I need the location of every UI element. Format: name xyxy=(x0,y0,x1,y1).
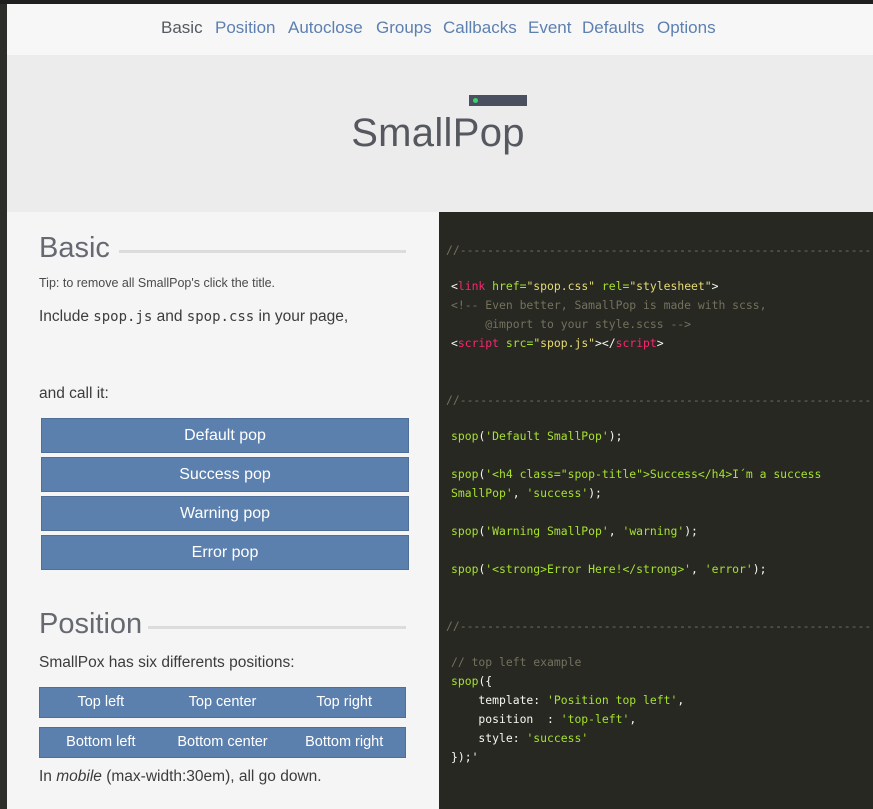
section-divider xyxy=(148,626,406,629)
section-title-basic: Basic xyxy=(39,232,110,264)
code-panel: //--------------------------------------… xyxy=(439,212,873,809)
code-line: spop('Warning SmallPop', 'warning'); xyxy=(451,524,698,538)
docs-column: Basic Tip: to remove all SmallPop's clic… xyxy=(7,212,439,809)
status-dot-icon xyxy=(473,98,478,103)
mobile-pre: In xyxy=(39,768,57,785)
code-line: <script src="spop.js"></script> xyxy=(451,336,664,350)
nav-item-autoclose[interactable]: Autoclose xyxy=(288,18,363,38)
default-pop-button[interactable]: Default pop xyxy=(41,418,409,453)
include-js-code: spop.js xyxy=(93,309,153,325)
code-separator: //--------------------------------------… xyxy=(446,393,872,407)
nav-item-options[interactable]: Options xyxy=(657,18,716,38)
nav-item-callbacks[interactable]: Callbacks xyxy=(443,18,517,38)
error-pop-button[interactable]: Error pop xyxy=(41,535,409,570)
bottom-left-button[interactable]: Bottom left xyxy=(40,728,162,757)
code-separator: //--------------------------------------… xyxy=(446,243,872,257)
code-line: spop('Default SmallPop'); xyxy=(451,429,623,443)
code-line: spop('<h4 class="spop-title">Success</h4… xyxy=(451,467,822,481)
nav-item-position[interactable]: Position xyxy=(215,18,275,38)
code-comment: // top left example xyxy=(451,655,582,669)
code-line: SmallPop', 'success'); xyxy=(451,486,602,500)
mobile-emphasis: mobile xyxy=(56,768,102,785)
include-post: in your page, xyxy=(254,308,349,325)
hero-header: SmallPop xyxy=(7,56,873,212)
nav-item-event[interactable]: Event xyxy=(528,18,571,38)
top-right-button[interactable]: Top right xyxy=(283,688,405,717)
code-line: spop('<strong>Error Here!</strong>', 'er… xyxy=(451,562,767,576)
code-line: <link href="spop.css" rel="stylesheet"> xyxy=(451,279,719,293)
section-title-position: Position xyxy=(39,608,143,640)
position-top-group: Top left Top center Top right xyxy=(39,687,406,718)
position-desc: SmallPox has six differents positions: xyxy=(39,654,295,671)
code-separator: //--------------------------------------… xyxy=(446,619,872,633)
success-pop-button[interactable]: Success pop xyxy=(41,457,409,492)
call-it-text: and call it: xyxy=(39,385,109,402)
position-bottom-group: Bottom left Bottom center Bottom right xyxy=(39,727,406,758)
code-line: position : 'top-left', xyxy=(451,712,637,726)
bottom-center-button[interactable]: Bottom center xyxy=(162,728,284,757)
tip-text: Tip: to remove all SmallPop's click the … xyxy=(39,276,276,290)
code-line: spop({ xyxy=(451,674,493,688)
warning-pop-button[interactable]: Warning pop xyxy=(41,496,409,531)
top-left-button[interactable]: Top left xyxy=(40,688,162,717)
include-and: and xyxy=(152,308,187,325)
smallpop-logo-icon xyxy=(469,95,527,106)
include-pre: Include xyxy=(39,308,94,325)
nav-item-basic[interactable]: Basic xyxy=(161,18,203,38)
page-title: SmallPop xyxy=(351,111,525,155)
code-line: template: 'Position top left', xyxy=(451,693,685,707)
include-text: Include spop.js and spop.css in your pag… xyxy=(39,308,348,326)
mobile-note: In mobile (max-width:30em), all go down. xyxy=(39,768,322,786)
page: Basic Position Autoclose Groups Callback… xyxy=(7,4,873,809)
code-line: });' xyxy=(451,750,479,764)
nav-item-groups[interactable]: Groups xyxy=(376,18,432,38)
top-center-button[interactable]: Top center xyxy=(162,688,284,717)
code-comment: <!-- Even better, SamallPop is made with… xyxy=(451,298,767,312)
include-css-code: spop.css xyxy=(186,309,255,325)
bottom-right-button[interactable]: Bottom right xyxy=(283,728,405,757)
section-divider xyxy=(119,250,406,253)
nav-item-defaults[interactable]: Defaults xyxy=(582,18,644,38)
top-nav: Basic Position Autoclose Groups Callback… xyxy=(7,4,873,56)
code-line: style: 'success' xyxy=(451,731,589,745)
mobile-post: (max-width:30em), all go down. xyxy=(101,768,322,785)
code-comment: @import to your style.scss --> xyxy=(451,317,692,331)
